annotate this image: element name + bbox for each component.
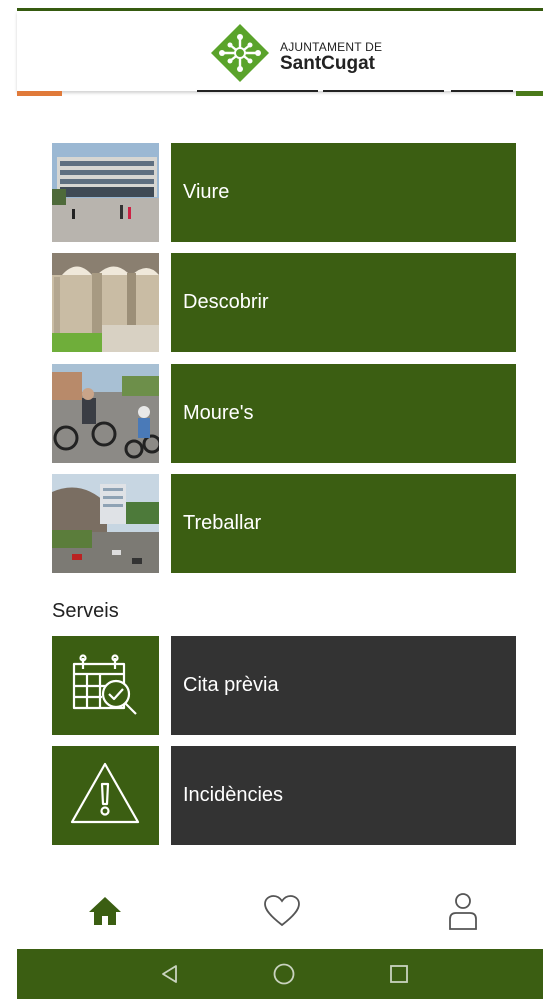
- cloister-photo: [52, 253, 159, 352]
- cyclists-photo: [52, 364, 159, 463]
- calendar-check-icon: [72, 654, 137, 715]
- home-icon: [89, 897, 121, 925]
- app-screen: AJUNTAMENT DE SantCugat Viure Descobrir …: [0, 0, 543, 999]
- service-cita-previa[interactable]: Cita prèvia: [52, 636, 516, 735]
- recents-icon: [390, 965, 408, 983]
- business-park-photo: [52, 474, 159, 573]
- tile-treballar-label-box[interactable]: Treballar: [171, 474, 516, 573]
- user-icon: [449, 893, 477, 930]
- tile-treballar[interactable]: Treballar: [52, 474, 516, 573]
- warning-icon: [70, 762, 140, 824]
- home-circle-icon: [273, 963, 295, 985]
- system-recents-button[interactable]: [386, 961, 412, 987]
- services-title: Serveis: [52, 600, 119, 622]
- nav-favorites[interactable]: [257, 886, 307, 936]
- app-header: AJUNTAMENT DE SantCugat: [17, 11, 543, 91]
- service-icon-box: [52, 746, 159, 845]
- tile-moures-label-box[interactable]: Moure's: [171, 364, 516, 463]
- heart-icon: [264, 895, 300, 927]
- service-label: Incidències: [183, 784, 284, 806]
- tile-moures[interactable]: Moure's: [52, 364, 516, 463]
- logo-line1: AJUNTAMENT DE: [280, 40, 383, 54]
- system-home-button[interactable]: [271, 961, 297, 987]
- nav-home[interactable]: [80, 886, 130, 936]
- nav-profile[interactable]: [438, 886, 488, 936]
- logo-line2: SantCugat: [280, 53, 375, 74]
- service-icon-box: [52, 636, 159, 735]
- tab-underline: [323, 90, 444, 92]
- tab-indicator-green: [516, 91, 543, 96]
- back-icon: [162, 965, 177, 983]
- tab-indicator-orange: [17, 91, 62, 96]
- tile-viure[interactable]: Viure: [52, 143, 516, 242]
- service-label: Cita prèvia: [183, 674, 279, 696]
- tab-underline: [197, 90, 318, 92]
- tab-underline: [451, 90, 513, 92]
- sant-cugat-logo[interactable]: AJUNTAMENT DE SantCugat: [210, 23, 410, 82]
- logo-diamond-icon: [211, 24, 269, 82]
- service-incidencies[interactable]: Incidències: [52, 746, 516, 845]
- cita-previa-label-box[interactable]: Cita prèvia: [171, 636, 516, 735]
- tile-viure-label-box[interactable]: Viure: [171, 143, 516, 242]
- tile-label: Treballar: [183, 512, 262, 534]
- tile-descobrir[interactable]: Descobrir: [52, 253, 516, 352]
- system-back-button[interactable]: [157, 961, 183, 987]
- bottom-navigation: [17, 878, 543, 948]
- incidencies-label-box[interactable]: Incidències: [171, 746, 516, 845]
- city-hall-photo: [52, 143, 159, 242]
- tile-label: Moure's: [183, 402, 254, 424]
- tile-label: Descobrir: [183, 291, 269, 313]
- system-navigation-bar: [17, 949, 543, 999]
- tile-label: Viure: [183, 181, 230, 203]
- tile-descobrir-label-box[interactable]: Descobrir: [171, 253, 516, 352]
